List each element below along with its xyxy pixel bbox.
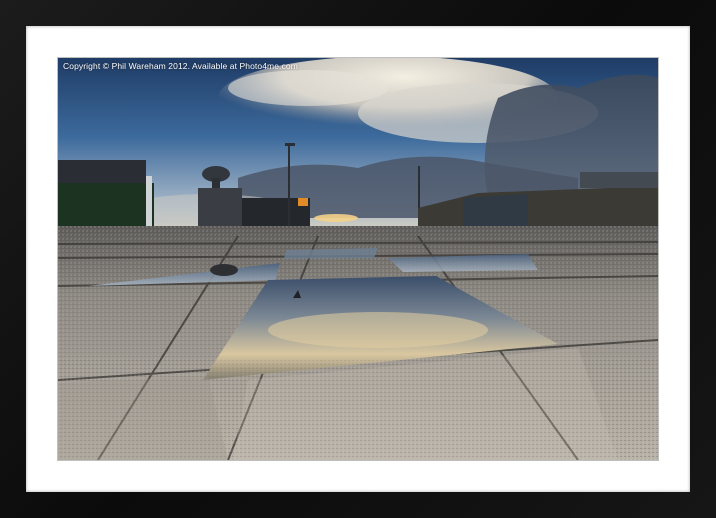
copyright-watermark: Copyright © Phil Wareham 2012. Available…: [63, 61, 298, 71]
promenade-scene: [58, 58, 658, 460]
framed-photo[interactable]: [58, 58, 658, 460]
